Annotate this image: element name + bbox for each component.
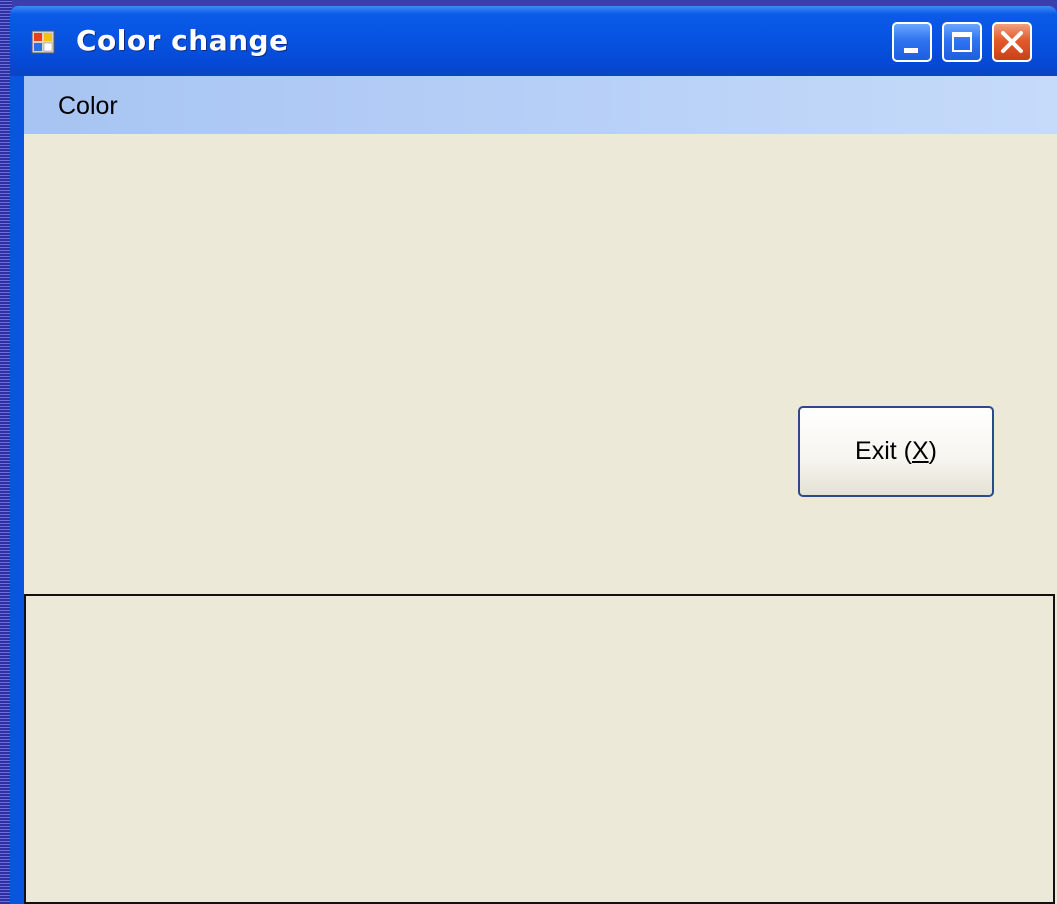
client-area: Color Exit (X) <box>24 76 1057 904</box>
maximize-button[interactable] <box>942 22 982 62</box>
exit-button-mnemonic: X <box>911 437 929 465</box>
color-panel <box>24 594 1055 904</box>
exit-button[interactable]: Exit (X) <box>798 406 994 497</box>
title-bar[interactable]: Color change <box>10 6 1057 76</box>
window-title: Color change <box>76 24 289 57</box>
exit-button-label-suffix: ) <box>928 437 937 465</box>
exit-button-label-prefix: Exit ( <box>855 437 912 465</box>
minimize-button[interactable] <box>892 22 932 62</box>
close-icon <box>1001 31 1023 53</box>
menu-item-color[interactable]: Color <box>42 88 134 125</box>
minimize-icon <box>904 48 918 53</box>
menu-bar: Color <box>24 76 1057 134</box>
close-button[interactable] <box>992 22 1032 62</box>
app-window: Color change Color Exit (X) <box>10 6 1057 904</box>
app-window-icon <box>31 30 55 54</box>
maximize-icon <box>952 32 972 52</box>
